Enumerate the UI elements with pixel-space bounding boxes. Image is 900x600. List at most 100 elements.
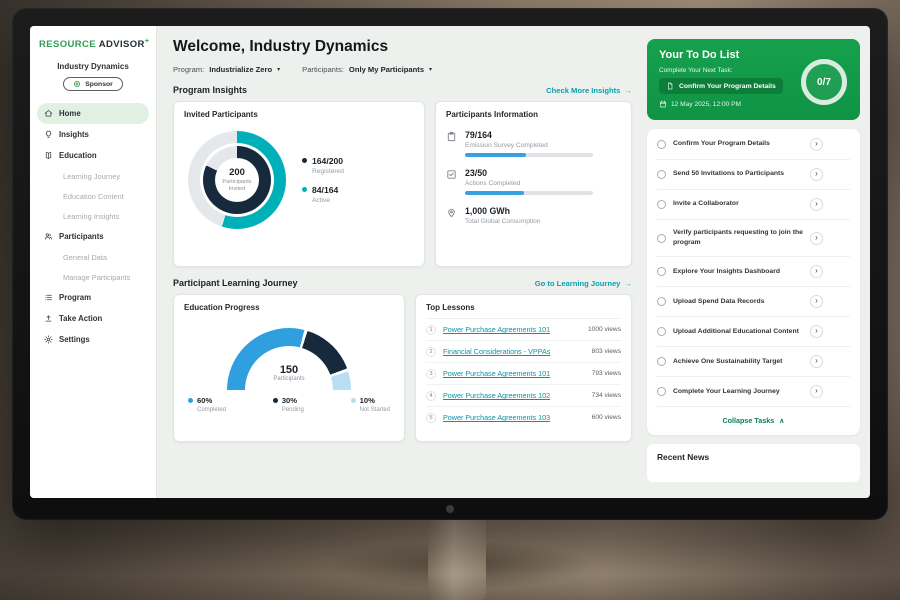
- chevron-right-icon[interactable]: ›: [810, 355, 823, 368]
- sidebar-item-label: Insights: [59, 130, 89, 139]
- invited-total-value: 200: [229, 167, 245, 178]
- task-label: Explore Your Insights Dashboard: [673, 267, 803, 277]
- lesson-rank: 3: [426, 369, 436, 379]
- completed-value: 60%: [197, 396, 226, 405]
- legend-registered: 164/200 Registered: [302, 156, 344, 175]
- lesson-views: 1000 views: [588, 326, 621, 333]
- not-started-label: Not Started: [360, 407, 390, 413]
- lesson-views: 803 views: [592, 348, 621, 355]
- sidebar-item-learning-insights[interactable]: Learning Insights: [37, 206, 149, 226]
- go-to-learning-journey-link[interactable]: Go to Learning Journey →: [535, 279, 632, 288]
- program-insights-header: Program Insights Check More Insights →: [173, 85, 632, 95]
- lesson-link[interactable]: Power Purchase Agreements 102: [443, 391, 585, 400]
- task-checkbox[interactable]: [657, 170, 666, 179]
- task-label: Complete Your Learning Journey: [673, 387, 803, 397]
- monitor-bezel: RESOURCE ADVISOR+ Industry Dynamics Spon…: [12, 8, 888, 520]
- sidebar-item-label: Program: [59, 293, 91, 302]
- task-label: Achieve One Sustainability Target: [673, 357, 803, 367]
- task-label: Verify participants requesting to join t…: [673, 228, 803, 248]
- chevron-right-icon[interactable]: ›: [810, 265, 823, 278]
- lesson-link[interactable]: Power Purchase Agreements 103: [443, 413, 585, 422]
- monitor-logo: [446, 505, 454, 513]
- sidebar-item-label: Settings: [59, 335, 90, 344]
- task-checkbox[interactable]: [657, 297, 666, 306]
- lesson-row: 3 Power Purchase Agreements 101 793 view…: [426, 363, 621, 385]
- task-row[interactable]: Upload Spend Data Records ›: [657, 287, 850, 317]
- sidebar-item-learning-journey[interactable]: Learning Journey: [37, 166, 149, 186]
- lesson-row: 4 Power Purchase Agreements 102 734 view…: [426, 385, 621, 407]
- invited-participants-body: 200 Participants Invited 164/200 Registe: [184, 131, 414, 229]
- main-content: Welcome, Industry Dynamics Program: Indu…: [157, 26, 644, 498]
- sidebar-item-label: Take Action: [59, 314, 102, 323]
- lesson-rank: 2: [426, 347, 436, 357]
- not-started-value: 10%: [360, 396, 390, 405]
- registered-label: Registered: [312, 168, 344, 175]
- task-checkbox[interactable]: [657, 140, 666, 149]
- check-more-insights-link[interactable]: Check More Insights →: [546, 86, 632, 95]
- task-label: Invite a Collaborator: [673, 199, 803, 209]
- todo-next-task[interactable]: Confirm Your Program Details: [659, 78, 783, 94]
- task-row[interactable]: Upload Additional Educational Content ›: [657, 317, 850, 347]
- lesson-link[interactable]: Financial Considerations - VPPAs: [443, 347, 585, 356]
- program-select-label: Program:: [173, 65, 204, 74]
- document-icon: [666, 82, 674, 90]
- sidebar-item-settings[interactable]: Settings: [37, 329, 149, 350]
- task-row[interactable]: Send 50 Invitations to Participants ›: [657, 160, 850, 190]
- todo-progress-ring: 0/7: [801, 59, 847, 105]
- top-lessons-card: Top Lessons 1 Power Purchase Agreements …: [415, 294, 632, 442]
- legend-pending: 30% Pending: [273, 396, 304, 413]
- sidebar-item-education-content[interactable]: Education Content: [37, 186, 149, 206]
- task-row[interactable]: Achieve One Sustainability Target ›: [657, 347, 850, 377]
- task-row[interactable]: Verify participants requesting to join t…: [657, 220, 850, 257]
- task-checkbox[interactable]: [657, 327, 666, 336]
- education-center-label: Participants: [184, 376, 394, 382]
- task-checkbox[interactable]: [657, 267, 666, 276]
- participants-select[interactable]: Participants: Only My Participants ▾: [302, 65, 432, 74]
- task-checkbox[interactable]: [657, 234, 666, 243]
- task-row[interactable]: Explore Your Insights Dashboard ›: [657, 257, 850, 287]
- task-row[interactable]: Complete Your Learning Journey ›: [657, 377, 850, 407]
- todo-due-label: 12 May 2025, 12:00 PM: [671, 101, 741, 108]
- lesson-rank: 5: [426, 413, 436, 423]
- task-row[interactable]: Confirm Your Program Details ›: [657, 130, 850, 160]
- sidebar-item-home[interactable]: Home: [37, 103, 149, 124]
- pending-label: Pending: [282, 407, 304, 413]
- lesson-row: 1 Power Purchase Agreements 101 1000 vie…: [426, 319, 621, 341]
- lesson-link[interactable]: Power Purchase Agreements 101: [443, 369, 585, 378]
- logo-resource: RESOURCE: [39, 39, 96, 50]
- chevron-right-icon[interactable]: ›: [810, 295, 823, 308]
- sidebar: RESOURCE ADVISOR+ Industry Dynamics Spon…: [30, 26, 157, 498]
- lesson-link[interactable]: Power Purchase Agreements 101: [443, 325, 581, 334]
- chevron-right-icon[interactable]: ›: [810, 325, 823, 338]
- legend-dot-registered: [302, 158, 307, 163]
- invited-participants-card: Invited Participants 200 Participants In…: [173, 101, 425, 267]
- chevron-right-icon[interactable]: ›: [810, 138, 823, 151]
- sidebar-item-take-action[interactable]: Take Action: [37, 308, 149, 329]
- sidebar-item-general-data[interactable]: General Data: [37, 247, 149, 267]
- program-select[interactable]: Program: Industrialize Zero ▾: [173, 65, 280, 74]
- task-checkbox[interactable]: [657, 357, 666, 366]
- chevron-right-icon[interactable]: ›: [810, 385, 823, 398]
- task-checkbox[interactable]: [657, 387, 666, 396]
- check-more-insights-label: Check More Insights: [546, 86, 620, 95]
- lesson-views: 600 views: [592, 414, 621, 421]
- chevron-right-icon[interactable]: ›: [810, 168, 823, 181]
- task-checkbox[interactable]: [657, 200, 666, 209]
- collapse-tasks-button[interactable]: Collapse Tasks ∧: [657, 407, 850, 433]
- lesson-rank: 1: [426, 325, 436, 335]
- sidebar-item-insights[interactable]: Insights: [37, 124, 149, 145]
- lightbulb-icon: [44, 130, 53, 139]
- sidebar-item-education[interactable]: Education: [37, 145, 149, 166]
- sidebar-item-program[interactable]: Program: [37, 287, 149, 308]
- sidebar-item-manage-participants[interactable]: Manage Participants: [37, 267, 149, 287]
- location-pin-icon: [446, 207, 457, 218]
- education-progress-card: Education Progress 150 Participants: [173, 294, 405, 442]
- collapse-tasks-label: Collapse Tasks: [722, 416, 774, 425]
- chevron-right-icon[interactable]: ›: [810, 198, 823, 211]
- chevron-right-icon[interactable]: ›: [810, 232, 823, 245]
- task-label: Confirm Your Program Details: [673, 139, 803, 149]
- sidebar-item-participants[interactable]: Participants: [37, 226, 149, 247]
- org-name: Industry Dynamics: [37, 62, 149, 71]
- task-row[interactable]: Invite a Collaborator ›: [657, 190, 850, 220]
- education-gauge-center: 150 Participants: [184, 364, 394, 382]
